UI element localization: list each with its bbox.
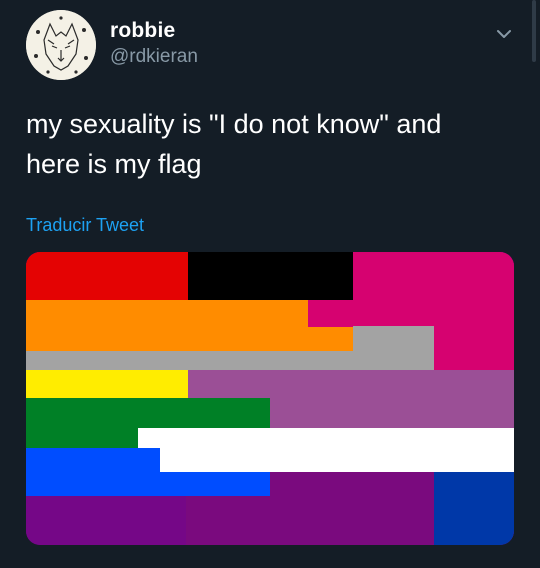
avatar[interactable]: [26, 10, 96, 80]
wolf-avatar-icon: [26, 10, 96, 80]
chevron-down-icon[interactable]: [494, 24, 514, 44]
tweet-image[interactable]: [26, 252, 514, 545]
tweet-text: my sexuality is "I do not know" and here…: [26, 109, 442, 179]
scrollbar[interactable]: [532, 0, 536, 62]
translate-tweet-link[interactable]: Traducir Tweet: [26, 215, 144, 236]
mashup-pride-flag: [26, 252, 514, 545]
display-name[interactable]: robbie: [110, 19, 175, 43]
user-handle[interactable]: @rdkieran: [110, 46, 198, 68]
tweet-card: robbie @rdkieran my sexuality is "I do n…: [0, 0, 540, 568]
